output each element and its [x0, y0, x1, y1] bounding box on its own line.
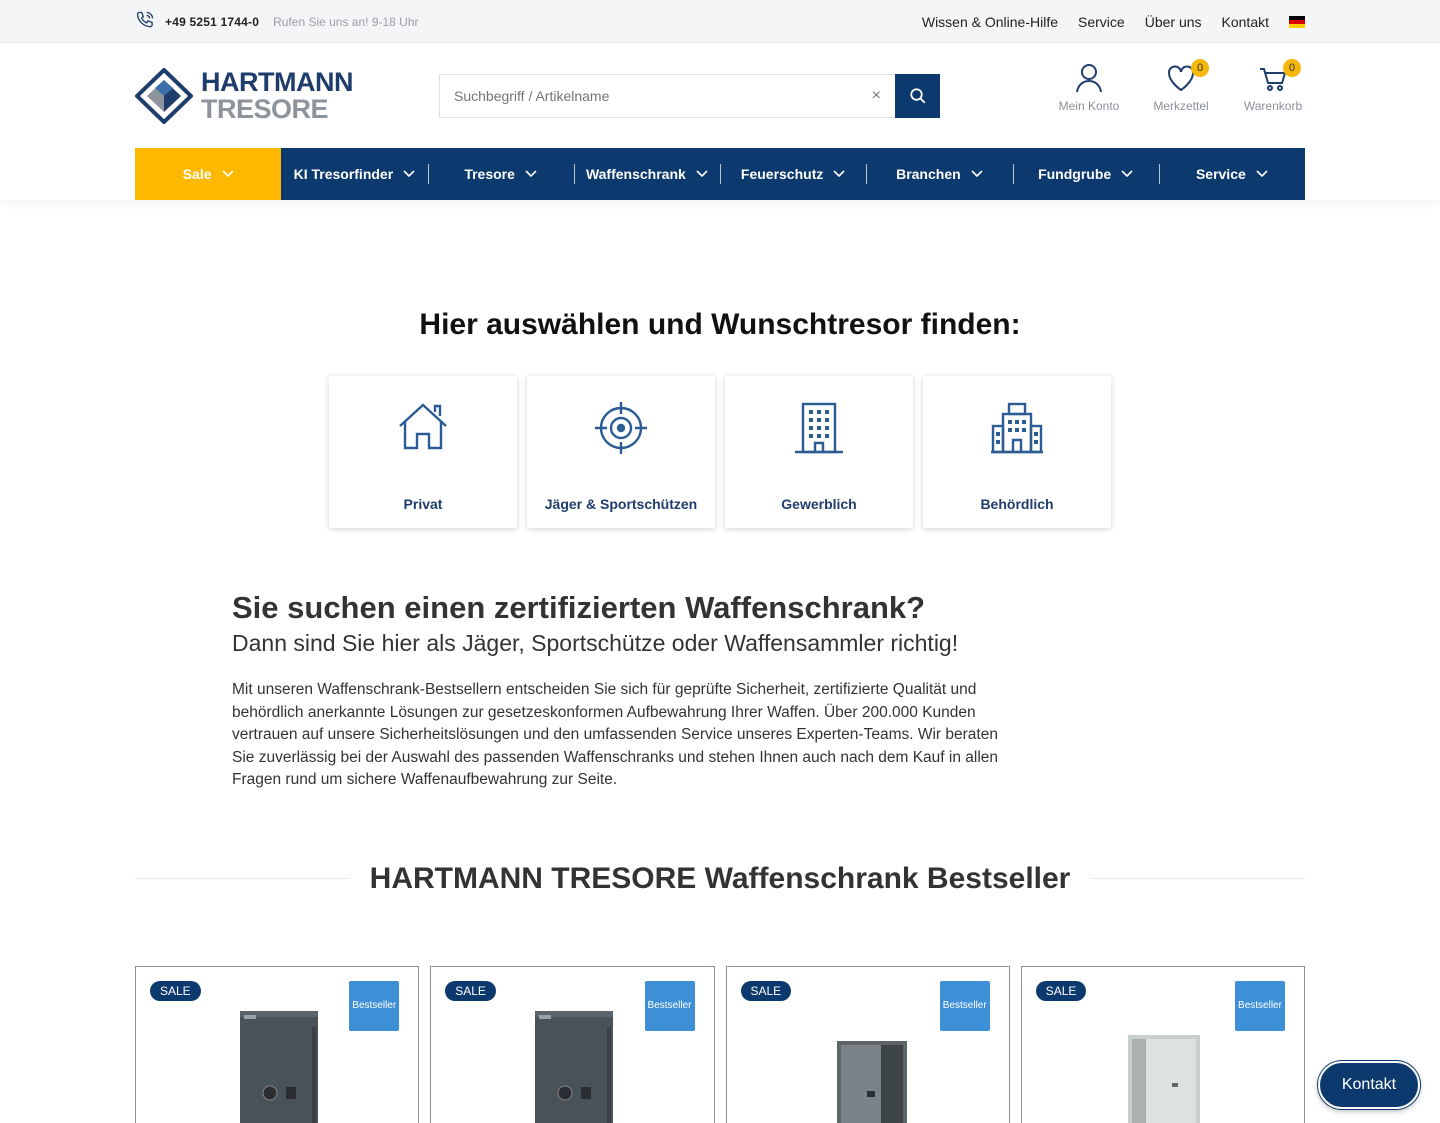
house-icon [399, 403, 447, 450]
nav-item-service[interactable]: Service [1158, 148, 1305, 200]
finder-card-label: Jäger & Sportschützen [544, 496, 698, 512]
nav-item-ki-tresorfinder[interactable]: KI Tresorfinder [281, 148, 427, 200]
nav-label: Feuerschutz [740, 166, 824, 182]
account-label: Mein Konto [1058, 99, 1120, 113]
top-bar: +49 5251 1744-0 Rufen Sie uns an! 9-18 U… [0, 0, 1440, 43]
chevron-down-icon [971, 170, 983, 178]
divider [135, 878, 350, 879]
chevron-down-icon [403, 170, 415, 178]
chevron-down-icon [525, 170, 537, 178]
wishlist-button[interactable]: 0 Merkzettel [1149, 59, 1213, 113]
intro-section: Sie suchen einen zertifizierten Waffensc… [232, 590, 1208, 792]
nav-item-sale[interactable]: Sale [135, 148, 282, 200]
intro-heading: Sie suchen einen zertifizierten Waffensc… [232, 590, 926, 625]
finder-card-gewerblich[interactable]: Gewerblich [725, 376, 913, 528]
crosshair-icon [595, 402, 647, 454]
product-card[interactable]: SALE Bestseller [135, 965, 420, 1123]
product-image-safe [535, 1010, 614, 1123]
search-button[interactable] [895, 73, 940, 118]
logo[interactable]: HARTMANN TRESORE [135, 66, 439, 124]
nav-label: Tresore [464, 166, 515, 182]
nav-label: Service [1195, 166, 1246, 182]
finder-card-privat[interactable]: Privat [329, 376, 517, 528]
nav-label: Branchen [896, 166, 961, 182]
nav-item-waffenschrank[interactable]: Waffenschrank [573, 148, 720, 200]
wishlist-label: Merkzettel [1153, 99, 1209, 113]
finder-card-behoerdlich[interactable]: Behördlich [923, 376, 1111, 528]
intro-text: Mit unseren Waffenschrank-Bestsellern en… [232, 681, 999, 788]
link-wissen[interactable]: Wissen & Online-Hilfe [922, 14, 1058, 30]
main-nav: Sale KI Tresorfinder Tresore Waffenschra… [135, 148, 1305, 200]
government-building-icon [991, 402, 1043, 454]
nav-label: Fundgrube [1038, 166, 1112, 182]
chevron-down-icon [1121, 170, 1133, 178]
product-image-safe [1127, 1034, 1200, 1123]
hours-text: Rufen Sie uns an! 9-18 Uhr [273, 14, 419, 29]
search-input[interactable] [454, 87, 834, 104]
finder-title: Hier auswählen und Wunschtresor finden: [419, 308, 1021, 341]
chevron-down-icon [696, 170, 708, 178]
cart-button[interactable]: 0 Warenkorb [1241, 59, 1305, 113]
nav-label: Waffenschrank [585, 166, 686, 182]
logo-cube-icon [135, 67, 193, 124]
link-kontakt[interactable]: Kontakt [1222, 14, 1269, 30]
logo-line1: HARTMANN [201, 66, 353, 97]
nav-item-feuerschutz[interactable]: Feuerschutz [720, 148, 866, 200]
bestseller-title: HARTMANN TRESORE Waffenschrank Bestselle… [369, 861, 1071, 895]
logo-line2: TRESORE [201, 93, 329, 124]
product-image-safe [240, 1010, 318, 1123]
german-flag-icon[interactable] [1289, 15, 1305, 28]
intro-subheading: Dann sind Sie hier als Jäger, Sportschüt… [232, 630, 959, 656]
cart-label: Warenkorb [1243, 99, 1303, 113]
product-card[interactable]: SALE Bestseller [725, 965, 1010, 1123]
header: HARTMANN TRESORE × Mein Konto 0 Merkzett… [135, 43, 1305, 148]
wishlist-count-badge: 0 [1191, 59, 1209, 77]
nav-item-fundgrube[interactable]: Fundgrube [1012, 148, 1159, 200]
account-button[interactable]: Mein Konto [1057, 63, 1121, 113]
nav-item-tresore[interactable]: Tresore [427, 148, 574, 200]
finder-card-label: Behördlich [980, 496, 1054, 512]
chevron-down-icon [221, 170, 234, 178]
bestseller-header: HARTMANN TRESORE Waffenschrank Bestselle… [135, 861, 1306, 896]
nav-label: Sale [182, 166, 212, 182]
user-icon [1076, 64, 1102, 93]
phone-number[interactable]: +49 5251 1744-0 [165, 15, 259, 29]
search-icon [909, 87, 925, 103]
product-card[interactable]: SALE Bestseller [430, 965, 715, 1123]
product-card[interactable]: SALE Bestseller [1020, 965, 1305, 1123]
kontakt-button[interactable]: Kontakt [1318, 1061, 1420, 1109]
finder-card-jaeger[interactable]: Jäger & Sportschützen [527, 376, 715, 528]
nav-item-branchen[interactable]: Branchen [866, 148, 1012, 200]
nav-label: KI Tresorfinder [293, 166, 394, 182]
link-ueber-uns[interactable]: Über uns [1145, 14, 1202, 30]
clear-icon[interactable]: × [872, 87, 881, 105]
product-list: SALE Bestseller SALE Bestseller SALE Bes… [135, 965, 1305, 1123]
search-bar: × [439, 73, 940, 118]
product-image-safe [836, 1040, 907, 1123]
finder-card-label: Gewerblich [781, 496, 857, 512]
cart-count-badge: 0 [1283, 59, 1301, 77]
chevron-down-icon [833, 170, 845, 178]
chevron-down-icon [1256, 170, 1268, 178]
finder-cards: Privat Jäger & Sportschützen Gewerblich … [0, 376, 1440, 528]
divider [1090, 878, 1306, 879]
finder-card-label: Privat [403, 496, 443, 512]
link-service[interactable]: Service [1078, 14, 1125, 30]
phone-icon [135, 10, 155, 33]
office-building-icon [795, 402, 843, 454]
